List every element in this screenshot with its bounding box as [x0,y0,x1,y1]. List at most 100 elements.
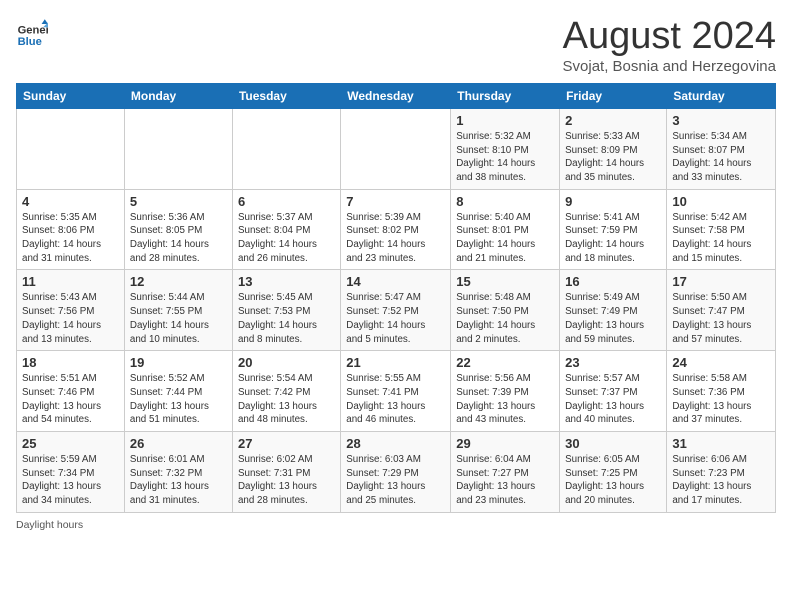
day-info: Sunrise: 5:50 AM Sunset: 7:47 PM Dayligh… [672,291,770,346]
day-number: 19 [130,355,227,370]
calendar-cell: 28 Sunrise: 6:03 AM Sunset: 7:29 PM Dayli… [341,432,451,513]
calendar-cell: 4Sunrise: 5:35 AM Sunset: 8:06 PM Daylig… [17,189,125,270]
main-title: August 2024 [563,16,776,58]
calendar-cell: 9Sunrise: 5:41 AM Sunset: 7:59 PM Daylig… [560,189,667,270]
day-info: Sunrise: 5:34 AM Sunset: 8:07 PM Dayligh… [672,130,770,185]
day-info: Sunrise: 6:03 AM Sunset: 7:29 PM Dayligh… [346,453,445,508]
day-number: 11 [22,274,119,289]
calendar-cell: 19 Sunrise: 5:52 AM Sunset: 7:44 PM Dayli… [124,351,232,432]
day-number: 22 [456,355,554,370]
calendar-cell: 23 Sunrise: 5:57 AM Sunset: 7:37 PM Dayli… [560,351,667,432]
day-info: Sunrise: 5:42 AM Sunset: 7:58 PM Dayligh… [672,211,770,266]
calendar-week-row: 11 Sunrise: 5:43 AM Sunset: 7:56 PM Dayli… [17,270,776,351]
calendar-body: 1 Sunrise: 5:32 AM Sunset: 8:10 PM Daylig… [17,108,776,512]
svg-text:General: General [18,25,48,37]
calendar-cell: 8 Sunrise: 5:40 AM Sunset: 8:01 PM Daylig… [451,189,560,270]
calendar-header: SundayMondayTuesdayWednesdayThursdayFrid… [17,83,776,108]
calendar-cell: 1 Sunrise: 5:32 AM Sunset: 8:10 PM Daylig… [451,108,560,189]
calendar-cell: 31 Sunrise: 6:06 AM Sunset: 7:23 PM Dayli… [667,432,776,513]
day-info: Sunrise: 5:59 AM Sunset: 7:34 PM Dayligh… [22,453,119,508]
calendar-week-row: 25 Sunrise: 5:59 AM Sunset: 7:34 PM Dayli… [17,432,776,513]
footer: Daylight hours [16,519,776,531]
day-info: Sunrise: 5:47 AM Sunset: 7:52 PM Dayligh… [346,291,445,346]
day-number: 24 [672,355,770,370]
calendar-cell: 6Sunrise: 5:37 AM Sunset: 8:04 PM Daylig… [232,189,340,270]
calendar-week-row: 4Sunrise: 5:35 AM Sunset: 8:06 PM Daylig… [17,189,776,270]
day-info: Sunrise: 5:40 AM Sunset: 8:01 PM Dayligh… [456,211,554,266]
day-number: 25 [22,436,119,451]
calendar-cell: 3 Sunrise: 5:34 AM Sunset: 8:07 PM Daylig… [667,108,776,189]
day-number: 31 [672,436,770,451]
day-number: 23 [565,355,661,370]
calendar-cell: 5 Sunrise: 5:36 AM Sunset: 8:05 PM Daylig… [124,189,232,270]
day-info: Sunrise: 5:33 AM Sunset: 8:09 PM Dayligh… [565,130,661,185]
day-of-week-header: Monday [124,83,232,108]
calendar-cell: 26 Sunrise: 6:01 AM Sunset: 7:32 PM Dayli… [124,432,232,513]
calendar-cell: 7 Sunrise: 5:39 AM Sunset: 8:02 PM Daylig… [341,189,451,270]
day-of-week-header: Thursday [451,83,560,108]
day-info: Sunrise: 5:44 AM Sunset: 7:55 PM Dayligh… [130,291,227,346]
logo-icon: General Blue [16,16,48,48]
day-info: Sunrise: 6:02 AM Sunset: 7:31 PM Dayligh… [238,453,335,508]
day-number: 26 [130,436,227,451]
day-info: Sunrise: 5:52 AM Sunset: 7:44 PM Dayligh… [130,372,227,427]
day-number: 14 [346,274,445,289]
day-number: 5 [130,194,227,209]
calendar-cell: 2 Sunrise: 5:33 AM Sunset: 8:09 PM Daylig… [560,108,667,189]
calendar-cell [17,108,125,189]
calendar-cell: 18Sunrise: 5:51 AM Sunset: 7:46 PM Dayli… [17,351,125,432]
day-number: 3 [672,113,770,128]
day-info: Sunrise: 5:55 AM Sunset: 7:41 PM Dayligh… [346,372,445,427]
svg-text:Blue: Blue [18,36,42,48]
day-info: Sunrise: 5:45 AM Sunset: 7:53 PM Dayligh… [238,291,335,346]
header-row: SundayMondayTuesdayWednesdayThursdayFrid… [17,83,776,108]
day-number: 30 [565,436,661,451]
calendar-cell: 16 Sunrise: 5:49 AM Sunset: 7:49 PM Dayli… [560,270,667,351]
day-number: 20 [238,355,335,370]
daylight-label: Daylight hours [16,519,83,531]
day-number: 21 [346,355,445,370]
subtitle: Svojat, Bosnia and Herzegovina [563,58,776,75]
day-info: Sunrise: 5:48 AM Sunset: 7:50 PM Dayligh… [456,291,554,346]
day-of-week-header: Friday [560,83,667,108]
calendar-table: SundayMondayTuesdayWednesdayThursdayFrid… [16,83,776,513]
calendar-cell: 11 Sunrise: 5:43 AM Sunset: 7:56 PM Dayli… [17,270,125,351]
day-of-week-header: Wednesday [341,83,451,108]
day-info: Sunrise: 5:37 AM Sunset: 8:04 PM Dayligh… [238,211,335,266]
day-info: Sunrise: 5:58 AM Sunset: 7:36 PM Dayligh… [672,372,770,427]
day-number: 27 [238,436,335,451]
calendar-cell: 13 Sunrise: 5:45 AM Sunset: 7:53 PM Dayli… [232,270,340,351]
day-number: 7 [346,194,445,209]
day-info: Sunrise: 5:49 AM Sunset: 7:49 PM Dayligh… [565,291,661,346]
day-info: Sunrise: 6:05 AM Sunset: 7:25 PM Dayligh… [565,453,661,508]
day-number: 1 [456,113,554,128]
day-info: Sunrise: 6:04 AM Sunset: 7:27 PM Dayligh… [456,453,554,508]
day-info: Sunrise: 6:06 AM Sunset: 7:23 PM Dayligh… [672,453,770,508]
day-info: Sunrise: 5:36 AM Sunset: 8:05 PM Dayligh… [130,211,227,266]
day-number: 2 [565,113,661,128]
day-info: Sunrise: 6:01 AM Sunset: 7:32 PM Dayligh… [130,453,227,508]
calendar-week-row: 18Sunrise: 5:51 AM Sunset: 7:46 PM Dayli… [17,351,776,432]
calendar-cell: 15 Sunrise: 5:48 AM Sunset: 7:50 PM Dayli… [451,270,560,351]
day-number: 4 [22,194,119,209]
day-info: Sunrise: 5:39 AM Sunset: 8:02 PM Dayligh… [346,211,445,266]
day-number: 8 [456,194,554,209]
calendar-cell: 21 Sunrise: 5:55 AM Sunset: 7:41 PM Dayli… [341,351,451,432]
day-number: 16 [565,274,661,289]
day-info: Sunrise: 5:43 AM Sunset: 7:56 PM Dayligh… [22,291,119,346]
day-number: 17 [672,274,770,289]
calendar-cell: 12Sunrise: 5:44 AM Sunset: 7:55 PM Dayli… [124,270,232,351]
day-number: 13 [238,274,335,289]
day-of-week-header: Sunday [17,83,125,108]
calendar-cell: 29Sunrise: 6:04 AM Sunset: 7:27 PM Dayli… [451,432,560,513]
day-number: 28 [346,436,445,451]
calendar-cell: 24 Sunrise: 5:58 AM Sunset: 7:36 PM Dayli… [667,351,776,432]
day-number: 10 [672,194,770,209]
day-number: 15 [456,274,554,289]
day-info: Sunrise: 5:57 AM Sunset: 7:37 PM Dayligh… [565,372,661,427]
calendar-cell [232,108,340,189]
day-info: Sunrise: 5:56 AM Sunset: 7:39 PM Dayligh… [456,372,554,427]
day-info: Sunrise: 5:54 AM Sunset: 7:42 PM Dayligh… [238,372,335,427]
calendar-cell: 10 Sunrise: 5:42 AM Sunset: 7:58 PM Dayli… [667,189,776,270]
day-info: Sunrise: 5:32 AM Sunset: 8:10 PM Dayligh… [456,130,554,185]
